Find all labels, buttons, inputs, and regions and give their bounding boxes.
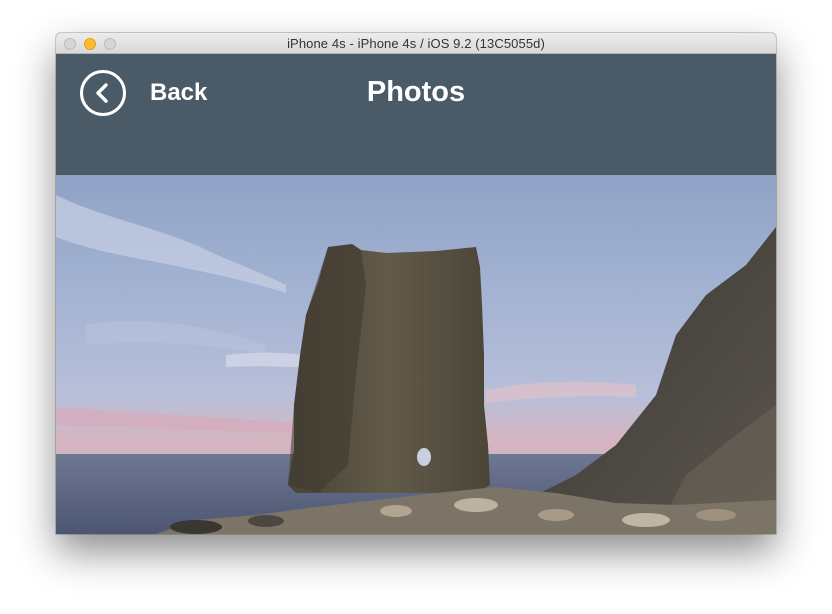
photo-image bbox=[56, 175, 776, 534]
window-title: iPhone 4s - iPhone 4s / iOS 9.2 (13C5055… bbox=[287, 36, 545, 51]
navigation-bar: Back Photos bbox=[56, 54, 776, 175]
simulator-window: iPhone 4s - iPhone 4s / iOS 9.2 (13C5055… bbox=[56, 33, 776, 534]
page-title: Photos bbox=[366, 76, 466, 108]
window-titlebar: iPhone 4s - iPhone 4s / iOS 9.2 (13C5055… bbox=[56, 33, 776, 54]
